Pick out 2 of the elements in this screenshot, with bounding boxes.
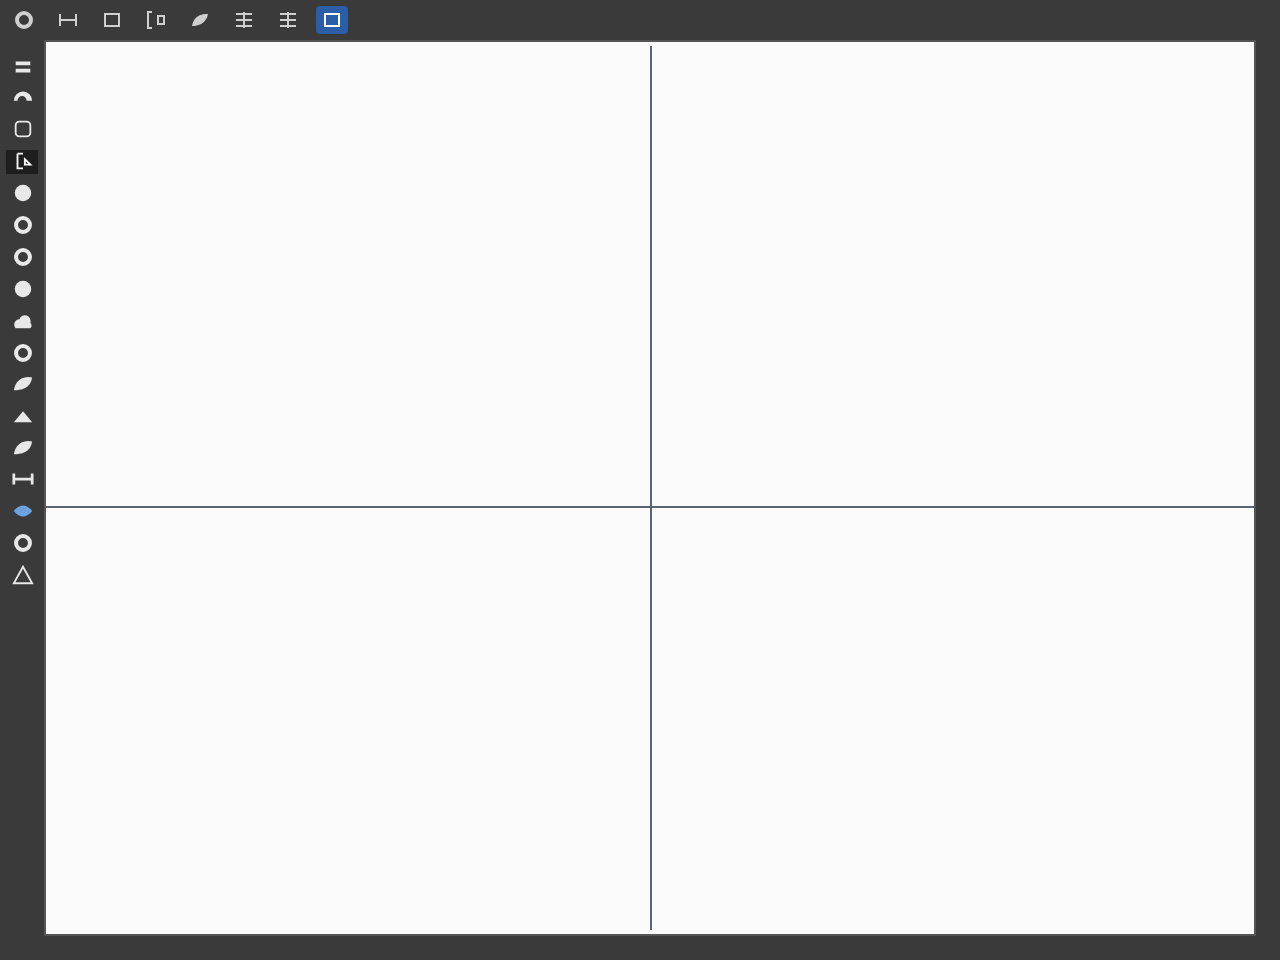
square-icon[interactable] bbox=[316, 6, 348, 34]
bracket-icon[interactable] bbox=[6, 149, 38, 174]
